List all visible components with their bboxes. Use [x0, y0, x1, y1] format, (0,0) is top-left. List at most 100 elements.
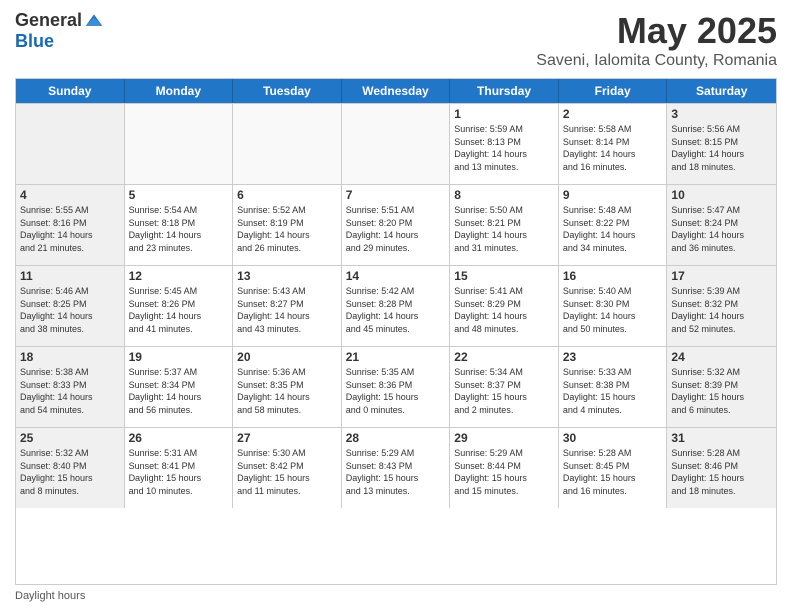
day-number: 12 [129, 269, 229, 283]
day-info: Sunrise: 5:50 AM Sunset: 8:21 PM Dayligh… [454, 204, 554, 254]
cal-cell: 10 Sunrise: 5:47 AM Sunset: 8:24 PM Dayli… [667, 185, 776, 265]
day-info: Sunrise: 5:32 AM Sunset: 8:40 PM Dayligh… [20, 447, 120, 497]
day-info: Sunrise: 5:36 AM Sunset: 8:35 PM Dayligh… [237, 366, 337, 416]
cal-cell: 24Sunrise: 5:32 AM Sunset: 8:39 PM Dayli… [667, 347, 776, 427]
day-info: Sunrise: 5:29 AM Sunset: 8:43 PM Dayligh… [346, 447, 446, 497]
cal-cell: 4 Sunrise: 5:55 AM Sunset: 8:16 PM Daylig… [16, 185, 125, 265]
cal-cell: 13 Sunrise: 5:43 AM Sunset: 8:27 PM Dayli… [233, 266, 342, 346]
logo-blue-text: Blue [15, 31, 54, 52]
cal-cell: 28 Sunrise: 5:29 AM Sunset: 8:43 PM Dayli… [342, 428, 451, 508]
header: General Blue May 2025 Saveni, Ialomita C… [15, 10, 777, 70]
cal-cell: 6Sunrise: 5:52 AM Sunset: 8:19 PM Daylig… [233, 185, 342, 265]
day-number: 11 [20, 269, 120, 283]
cal-header-wednesday: Wednesday [342, 79, 451, 103]
logo: General Blue [15, 10, 104, 52]
day-info: Sunrise: 5:41 AM Sunset: 8:29 PM Dayligh… [454, 285, 554, 335]
cal-cell: 2 Sunrise: 5:58 AM Sunset: 8:14 PM Daylig… [559, 104, 668, 184]
day-info: Sunrise: 5:39 AM Sunset: 8:32 PM Dayligh… [671, 285, 772, 335]
day-info: Sunrise: 5:33 AM Sunset: 8:38 PM Dayligh… [563, 366, 663, 416]
cal-cell: 31Sunrise: 5:28 AM Sunset: 8:46 PM Dayli… [667, 428, 776, 508]
cal-cell: 23 Sunrise: 5:33 AM Sunset: 8:38 PM Dayli… [559, 347, 668, 427]
day-number: 20 [237, 350, 337, 364]
logo-text: General [15, 10, 104, 31]
day-info: Sunrise: 5:28 AM Sunset: 8:46 PM Dayligh… [671, 447, 772, 497]
day-number: 18 [20, 350, 120, 364]
cal-cell: 29Sunrise: 5:29 AM Sunset: 8:44 PM Dayli… [450, 428, 559, 508]
cal-cell: 26Sunrise: 5:31 AM Sunset: 8:41 PM Dayli… [125, 428, 234, 508]
cal-cell: 20 Sunrise: 5:36 AM Sunset: 8:35 PM Dayli… [233, 347, 342, 427]
cal-cell: 12 Sunrise: 5:45 AM Sunset: 8:26 PM Dayli… [125, 266, 234, 346]
day-info: Sunrise: 5:30 AM Sunset: 8:42 PM Dayligh… [237, 447, 337, 497]
day-number: 9 [563, 188, 663, 202]
day-number: 7 [346, 188, 446, 202]
page: General Blue May 2025 Saveni, Ialomita C… [0, 0, 792, 612]
cal-cell: 15Sunrise: 5:41 AM Sunset: 8:29 PM Dayli… [450, 266, 559, 346]
day-info: Sunrise: 5:47 AM Sunset: 8:24 PM Dayligh… [671, 204, 772, 254]
day-info: Sunrise: 5:38 AM Sunset: 8:33 PM Dayligh… [20, 366, 120, 416]
day-info: Sunrise: 5:34 AM Sunset: 8:37 PM Dayligh… [454, 366, 554, 416]
cal-cell: 25 Sunrise: 5:32 AM Sunset: 8:40 PM Dayli… [16, 428, 125, 508]
day-number: 19 [129, 350, 229, 364]
cal-cell: 16Sunrise: 5:40 AM Sunset: 8:30 PM Dayli… [559, 266, 668, 346]
cal-cell: 19Sunrise: 5:37 AM Sunset: 8:34 PM Dayli… [125, 347, 234, 427]
day-number: 5 [129, 188, 229, 202]
day-number: 6 [237, 188, 337, 202]
cal-row-2: 11Sunrise: 5:46 AM Sunset: 8:25 PM Dayli… [16, 265, 776, 346]
day-info: Sunrise: 5:54 AM Sunset: 8:18 PM Dayligh… [129, 204, 229, 254]
cal-header-saturday: Saturday [667, 79, 776, 103]
day-info: Sunrise: 5:55 AM Sunset: 8:16 PM Dayligh… [20, 204, 120, 254]
cal-cell [342, 104, 451, 184]
cal-header-friday: Friday [559, 79, 668, 103]
day-info: Sunrise: 5:31 AM Sunset: 8:41 PM Dayligh… [129, 447, 229, 497]
day-number: 28 [346, 431, 446, 445]
day-number: 17 [671, 269, 772, 283]
cal-cell: 7 Sunrise: 5:51 AM Sunset: 8:20 PM Daylig… [342, 185, 451, 265]
cal-cell: 30Sunrise: 5:28 AM Sunset: 8:45 PM Dayli… [559, 428, 668, 508]
day-info: Sunrise: 5:29 AM Sunset: 8:44 PM Dayligh… [454, 447, 554, 497]
day-info: Sunrise: 5:48 AM Sunset: 8:22 PM Dayligh… [563, 204, 663, 254]
day-number: 14 [346, 269, 446, 283]
day-info: Sunrise: 5:56 AM Sunset: 8:15 PM Dayligh… [671, 123, 772, 173]
cal-header-thursday: Thursday [450, 79, 559, 103]
day-info: Sunrise: 5:42 AM Sunset: 8:28 PM Dayligh… [346, 285, 446, 335]
main-title: May 2025 [536, 10, 777, 52]
day-number: 27 [237, 431, 337, 445]
cal-cell [16, 104, 125, 184]
day-info: Sunrise: 5:58 AM Sunset: 8:14 PM Dayligh… [563, 123, 663, 173]
cal-cell: 21 Sunrise: 5:35 AM Sunset: 8:36 PM Dayli… [342, 347, 451, 427]
day-number: 22 [454, 350, 554, 364]
day-number: 13 [237, 269, 337, 283]
cal-cell: 9 Sunrise: 5:48 AM Sunset: 8:22 PM Daylig… [559, 185, 668, 265]
logo-blue-label: Blue [15, 31, 54, 51]
cal-row-0: 1Sunrise: 5:59 AM Sunset: 8:13 PM Daylig… [16, 103, 776, 184]
cal-cell: 8 Sunrise: 5:50 AM Sunset: 8:21 PM Daylig… [450, 185, 559, 265]
day-number: 8 [454, 188, 554, 202]
cal-header-monday: Monday [125, 79, 234, 103]
cal-cell: 1Sunrise: 5:59 AM Sunset: 8:13 PM Daylig… [450, 104, 559, 184]
day-number: 23 [563, 350, 663, 364]
day-number: 30 [563, 431, 663, 445]
cal-cell: 3 Sunrise: 5:56 AM Sunset: 8:15 PM Daylig… [667, 104, 776, 184]
logo-general: General [15, 10, 82, 31]
day-info: Sunrise: 5:35 AM Sunset: 8:36 PM Dayligh… [346, 366, 446, 416]
cal-cell: 22 Sunrise: 5:34 AM Sunset: 8:37 PM Dayli… [450, 347, 559, 427]
day-number: 2 [563, 107, 663, 121]
day-number: 3 [671, 107, 772, 121]
day-number: 4 [20, 188, 120, 202]
day-info: Sunrise: 5:45 AM Sunset: 8:26 PM Dayligh… [129, 285, 229, 335]
day-number: 1 [454, 107, 554, 121]
cal-cell: 18 Sunrise: 5:38 AM Sunset: 8:33 PM Dayli… [16, 347, 125, 427]
cal-header-tuesday: Tuesday [233, 79, 342, 103]
cal-cell [233, 104, 342, 184]
cal-cell [125, 104, 234, 184]
title-section: May 2025 Saveni, Ialomita County, Romani… [536, 10, 777, 70]
cal-cell: 27 Sunrise: 5:30 AM Sunset: 8:42 PM Dayli… [233, 428, 342, 508]
day-number: 25 [20, 431, 120, 445]
cal-cell: 11Sunrise: 5:46 AM Sunset: 8:25 PM Dayli… [16, 266, 125, 346]
calendar-body: 1Sunrise: 5:59 AM Sunset: 8:13 PM Daylig… [16, 103, 776, 508]
day-info: Sunrise: 5:43 AM Sunset: 8:27 PM Dayligh… [237, 285, 337, 335]
day-info: Sunrise: 5:51 AM Sunset: 8:20 PM Dayligh… [346, 204, 446, 254]
day-number: 10 [671, 188, 772, 202]
day-number: 21 [346, 350, 446, 364]
cal-row-4: 25 Sunrise: 5:32 AM Sunset: 8:40 PM Dayli… [16, 427, 776, 508]
